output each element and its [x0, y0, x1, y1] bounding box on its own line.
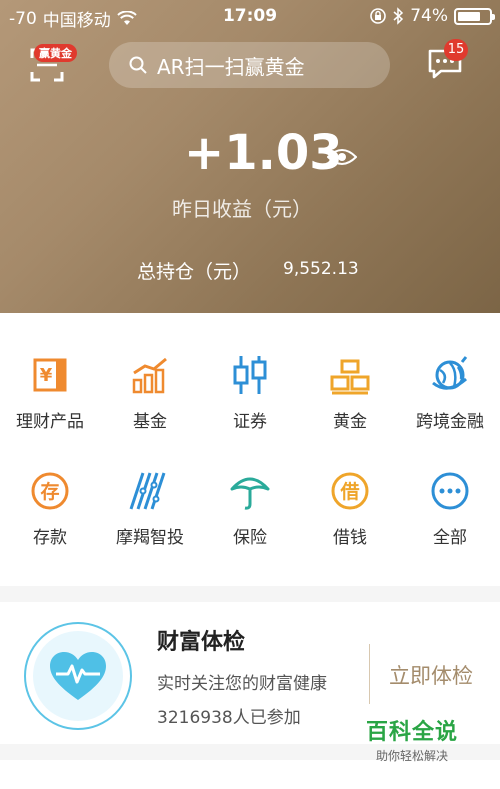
- header: -70 中国移动 17:09 74% 赢黄金 AR扫一扫赢黄金 15 +1.03…: [0, 0, 500, 313]
- status-bar: -70 中国移动 17:09 74%: [0, 0, 500, 32]
- grid-item-fund[interactable]: 基金: [100, 353, 200, 432]
- gold-icon: [330, 359, 370, 395]
- robo-advisor-icon: [129, 472, 166, 510]
- total-holding-value: 9,552.13: [283, 259, 359, 279]
- heart-icon-bg: [33, 631, 123, 721]
- grid-label: 基金: [133, 412, 167, 432]
- borrow-icon: 借: [331, 472, 369, 510]
- svg-text:借: 借: [339, 480, 359, 503]
- search-icon: [129, 56, 147, 74]
- checkup-title: 财富体检: [157, 630, 246, 655]
- fund-icon: [132, 357, 167, 394]
- grid-label: 证券: [233, 412, 267, 432]
- grid-item-deposit[interactable]: 存 存款: [0, 469, 100, 548]
- scan-badge: 赢黄金: [34, 44, 77, 62]
- deposit-icon: 存: [31, 472, 69, 510]
- grid-item-robo-advisor[interactable]: 摩羯智投: [100, 469, 200, 548]
- yesterday-yield-value: +1.03: [184, 125, 343, 181]
- insurance-icon: [230, 477, 270, 510]
- securities-icon: [233, 356, 267, 394]
- svg-text:存: 存: [40, 480, 59, 503]
- checkup-now-button[interactable]: 立即体检: [389, 660, 473, 690]
- search-placeholder: AR扫一扫赢黄金: [157, 54, 305, 79]
- cross-border-icon: [432, 356, 468, 390]
- eye-icon[interactable]: [327, 147, 357, 167]
- grid-item-gold[interactable]: 黄金: [300, 353, 400, 432]
- wealth-products-icon: ¥: [33, 358, 67, 392]
- next-section-peek: [0, 760, 500, 789]
- grid-label: 借钱: [333, 528, 367, 548]
- grid-item-all[interactable]: 全部: [400, 469, 500, 548]
- grid-item-securities[interactable]: 证券: [200, 353, 300, 432]
- watermark-main: 百科全说: [365, 720, 458, 745]
- rotation-lock-icon: [370, 8, 387, 24]
- all-icon: [431, 472, 469, 510]
- battery-icon: [454, 7, 495, 25]
- bluetooth-icon: [393, 7, 404, 25]
- grid-item-cross-border[interactable]: 跨境金融: [400, 353, 500, 432]
- divider: [369, 644, 370, 704]
- total-holding-label: 总持仓（元）: [137, 261, 252, 283]
- grid-label: 理财产品: [16, 412, 84, 432]
- message-count-badge: 15: [444, 39, 468, 61]
- search-bar[interactable]: AR扫一扫赢黄金: [109, 42, 390, 88]
- feature-grid: ¥ 理财产品 基金 证券 黄金 跨境金融 存 存款 摩羯智投 保险 借 借钱 全…: [0, 313, 500, 586]
- grid-label: 摩羯智投: [116, 528, 184, 548]
- battery-percent: 74%: [410, 6, 448, 26]
- grid-item-wealth-products[interactable]: ¥ 理财产品: [0, 353, 100, 432]
- watermark-logo: 百科全说 助你轻松解决: [352, 714, 472, 764]
- grid-label: 全部: [433, 528, 467, 548]
- grid-label: 保险: [233, 528, 267, 548]
- grid-item-insurance[interactable]: 保险: [200, 469, 300, 548]
- heart-pulse-icon: [50, 652, 106, 700]
- battery-fill: [458, 11, 480, 21]
- grid-label: 存款: [33, 528, 67, 548]
- grid-label: 跨境金融: [416, 412, 484, 432]
- yesterday-yield-label: 昨日收益（元）: [172, 197, 312, 221]
- watermark-sub: 助你轻松解决: [375, 749, 448, 763]
- checkup-description: 实时关注您的财富健康: [157, 674, 327, 694]
- checkup-participant-count: 3216938人已参加: [157, 708, 301, 728]
- svg-text:¥: ¥: [40, 365, 53, 386]
- grid-item-borrow[interactable]: 借 借钱: [300, 469, 400, 548]
- grid-label: 黄金: [333, 412, 367, 432]
- heart-icon-ring: [24, 622, 132, 730]
